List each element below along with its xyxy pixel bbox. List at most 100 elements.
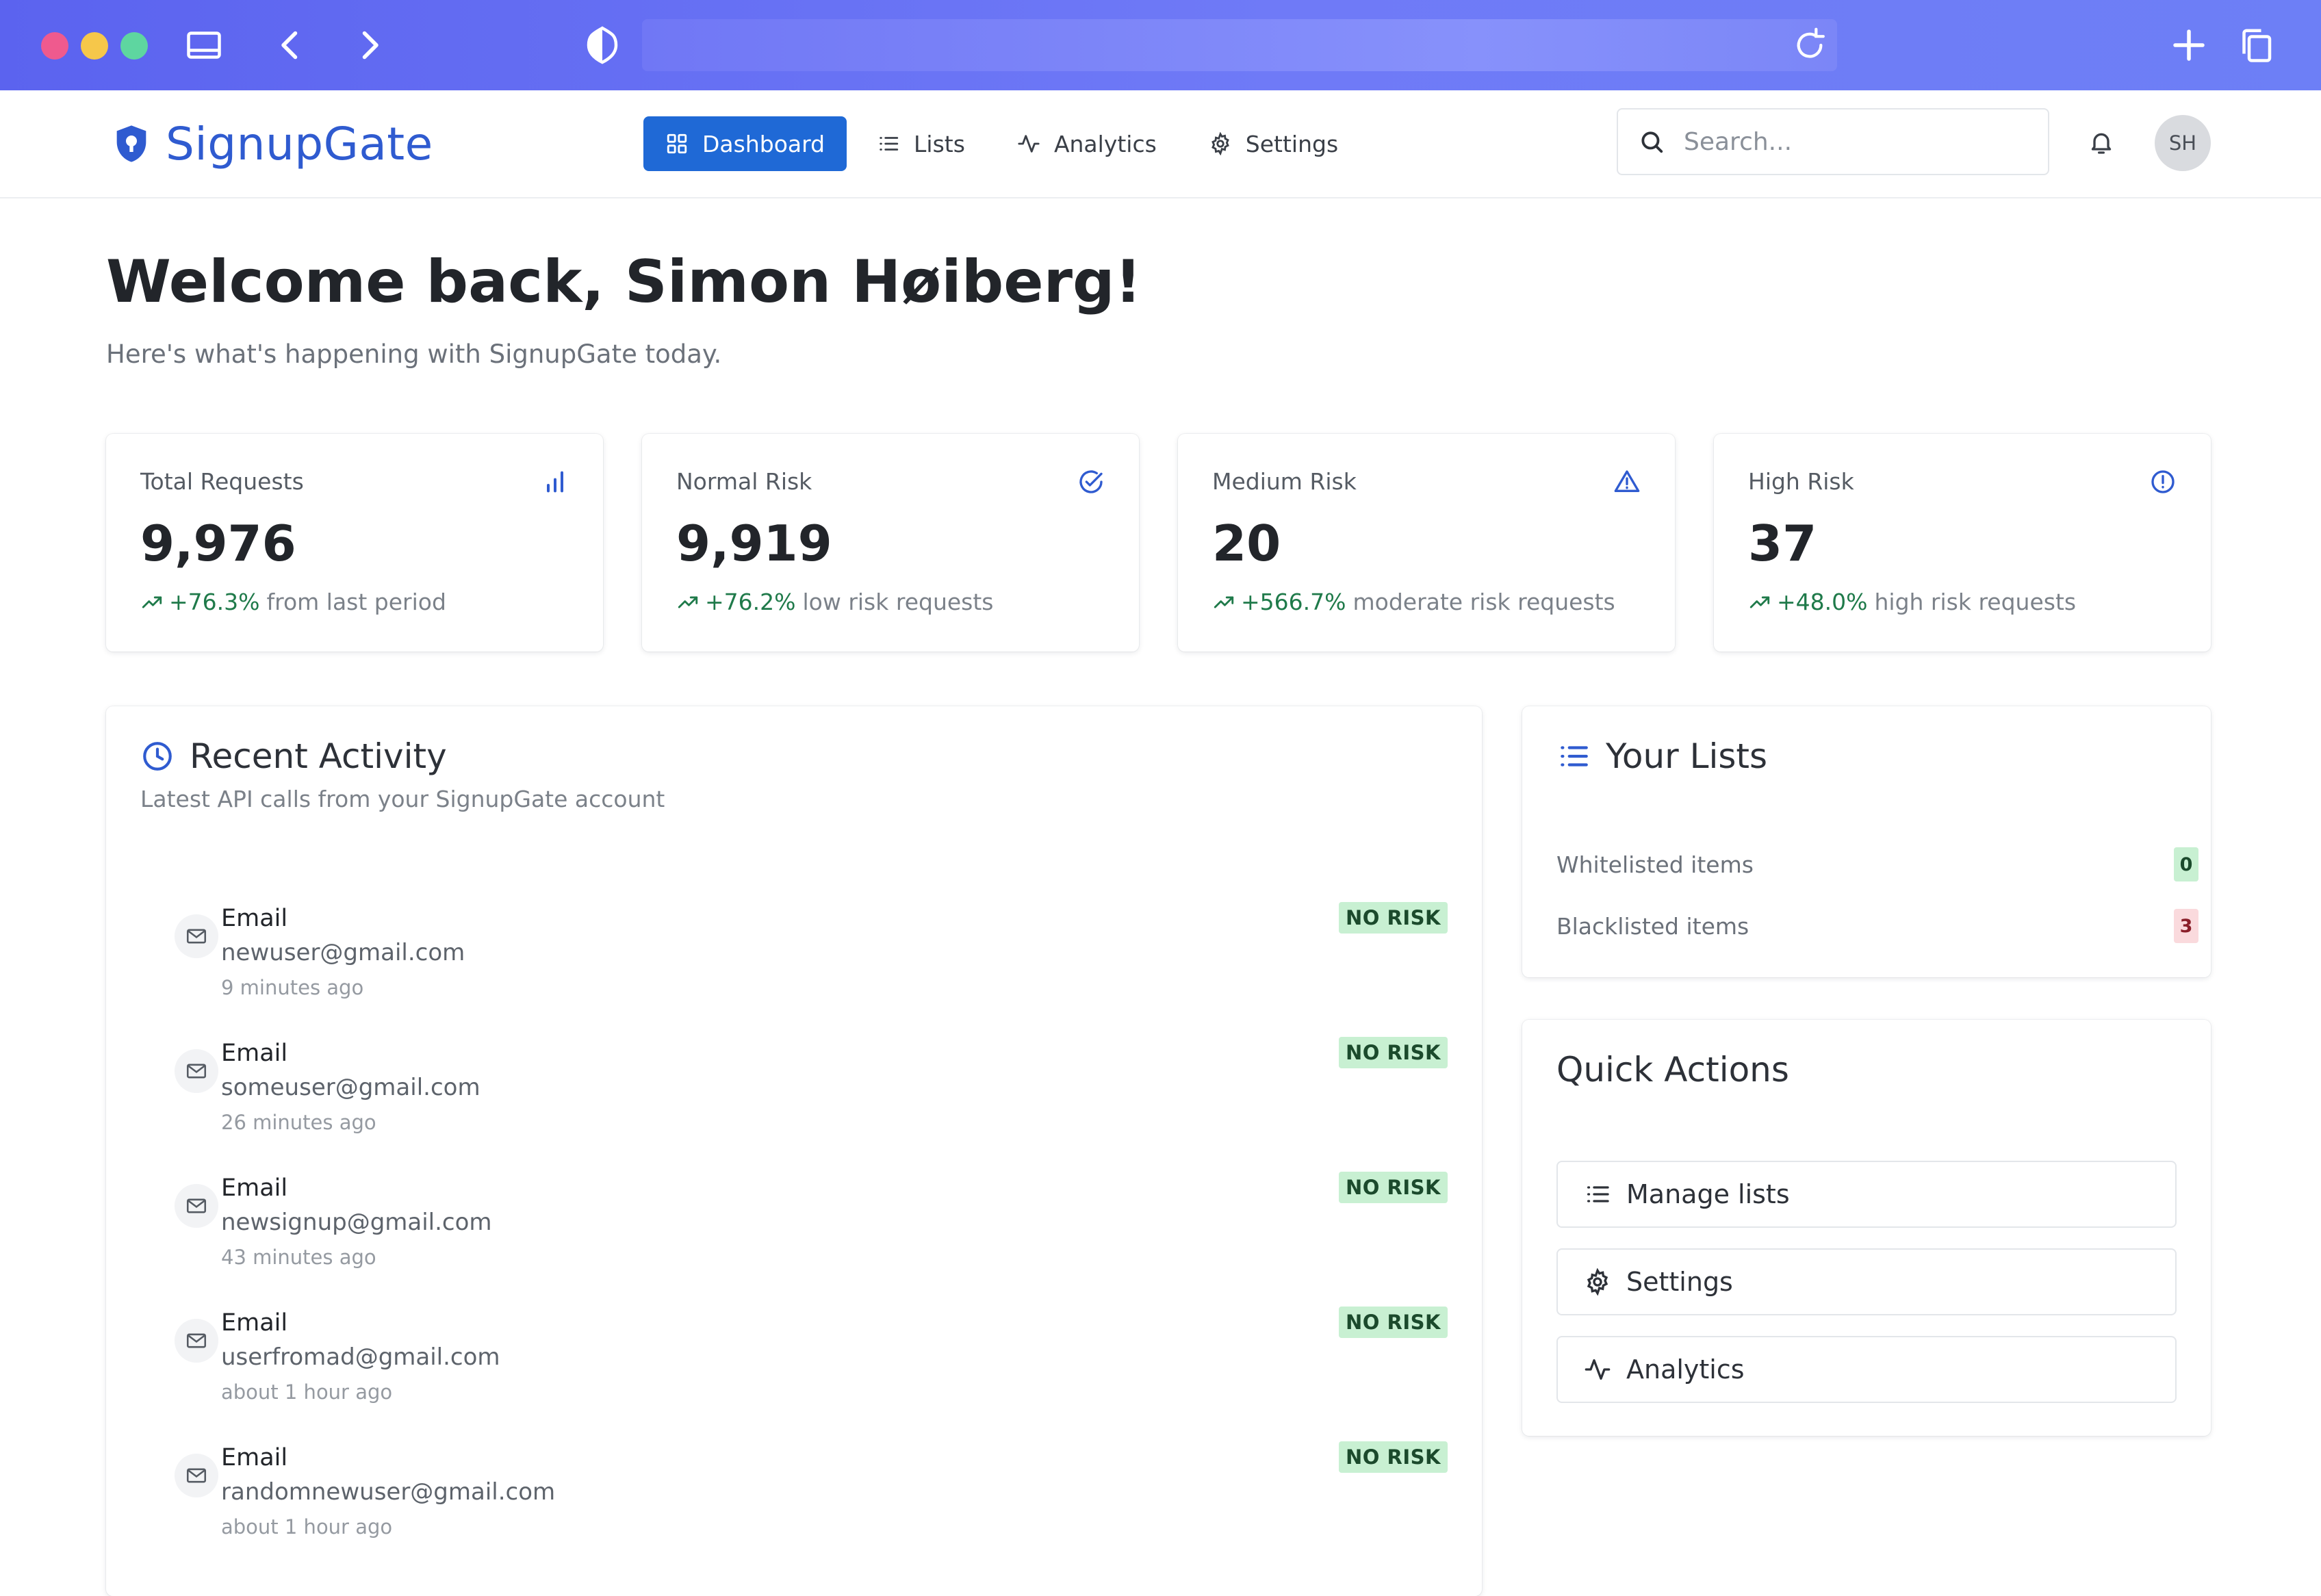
close-window-button[interactable] (41, 32, 68, 60)
manage-lists-button[interactable]: Manage lists (1556, 1161, 2177, 1228)
list-label: Whitelisted items (1556, 851, 1754, 878)
trend-note: low risk requests (802, 589, 994, 615)
mail-icon (175, 1319, 218, 1363)
sidebar-toggle-icon[interactable] (183, 25, 225, 66)
list-item[interactable]: Email newuser@gmail.com 9 minutes ago NO… (159, 902, 1480, 1039)
brand-logo-link[interactable]: SignupGate (110, 116, 433, 171)
stat-value: 20 (1212, 515, 1281, 572)
list-item[interactable]: Email someuser@gmail.com 26 minutes ago … (159, 1037, 1480, 1174)
mail-icon (175, 914, 218, 958)
your-lists-title-text: Your Lists (1606, 736, 1768, 776)
list-item[interactable]: Email userfromad@gmail.com about 1 hour … (159, 1307, 1480, 1443)
mail-icon (175, 1454, 218, 1497)
stat-label: Normal Risk (676, 468, 812, 495)
list-icon (1558, 1181, 1626, 1208)
trend-note: high risk requests (1874, 589, 2077, 615)
list-item[interactable]: Email randomnewuser@gmail.com about 1 ho… (159, 1441, 1480, 1578)
back-arrow-icon[interactable] (270, 25, 311, 66)
search-input[interactable] (1682, 127, 2014, 157)
stat-label: Total Requests (140, 468, 304, 495)
recent-activity-description: Latest API calls from your SignupGate ac… (140, 786, 665, 812)
activity-time: about 1 hour ago (221, 1515, 393, 1539)
risk-badge: NO RISK (1339, 902, 1448, 934)
alert-triangle-icon (1613, 468, 1641, 495)
bell-icon[interactable] (2088, 129, 2115, 156)
stat-card-medium-risk: Medium Risk 20 +566.7% moderate risk req… (1178, 434, 1675, 652)
manage-lists-label: Manage lists (1626, 1179, 1790, 1209)
stat-value: 9,919 (676, 515, 832, 572)
list-item-whitelisted[interactable]: Whitelisted items 0 (1556, 847, 2198, 881)
reload-icon[interactable] (1791, 26, 1829, 64)
stat-trend: +76.2% low risk requests (676, 589, 994, 615)
recent-activity-title: Recent Activity (140, 736, 447, 776)
tabs-overview-icon[interactable] (2235, 25, 2277, 66)
activity-time: 26 minutes ago (221, 1111, 376, 1134)
list-label: Blacklisted items (1556, 912, 1749, 940)
nav-dashboard-label: Dashboard (702, 130, 825, 157)
shield-logo-icon (110, 122, 153, 166)
new-tab-plus-icon[interactable] (2168, 25, 2209, 66)
trending-up-icon (1212, 591, 1241, 614)
nav-analytics[interactable]: Analytics (995, 116, 1179, 171)
risk-badge: NO RISK (1339, 1172, 1448, 1203)
gear-icon (1209, 132, 1246, 155)
risk-badge: NO RISK (1339, 1307, 1448, 1338)
minimize-window-button[interactable] (81, 32, 108, 60)
trend-note: from last period (266, 589, 446, 615)
address-bar[interactable] (642, 19, 1837, 71)
activity-value: newuser@gmail.com (221, 939, 465, 966)
search-icon (1618, 129, 1665, 155)
nav-settings[interactable]: Settings (1187, 116, 1360, 171)
activity-value: newsignup@gmail.com (221, 1209, 492, 1236)
nav-analytics-label: Analytics (1053, 130, 1157, 157)
list-item[interactable]: Email newsignup@gmail.com 43 minutes ago… (159, 1172, 1480, 1309)
stat-card-total-requests: Total Requests 9,976 +76.3% from last pe… (106, 434, 603, 652)
quick-actions-title: Quick Actions (1556, 1050, 1789, 1090)
forward-arrow-icon[interactable] (349, 25, 390, 66)
nav-lists[interactable]: Lists (855, 116, 987, 171)
activity-icon (1017, 132, 1054, 155)
page-subtitle: Here's what's happening with SignupGate … (106, 339, 722, 369)
stat-card-normal-risk: Normal Risk 9,919 +76.2% low risk reques… (642, 434, 1139, 652)
activity-time: 43 minutes ago (221, 1246, 376, 1269)
trend-percent: +76.2% (705, 589, 796, 615)
grid-icon (665, 132, 702, 155)
trend-percent: +566.7% (1241, 589, 1346, 615)
recent-activity-panel: Recent Activity Latest API calls from yo… (106, 706, 1482, 1596)
user-avatar[interactable]: SH (2155, 115, 2211, 171)
app-header: SignupGate Dashboard Lists Analytics Set… (0, 90, 2321, 198)
trending-up-icon (676, 591, 705, 614)
bar-chart-icon (541, 468, 569, 495)
analytics-button[interactable]: Analytics (1556, 1336, 2177, 1403)
stat-label: High Risk (1748, 468, 1854, 495)
browser-chrome (0, 0, 2321, 90)
activity-value: userfromad@gmail.com (221, 1343, 500, 1371)
alert-circle-icon (2149, 468, 2177, 495)
activity-type: Email (221, 1444, 288, 1471)
list-item-blacklisted[interactable]: Blacklisted items 3 (1556, 909, 2198, 943)
list-icon (877, 132, 914, 155)
nav-dashboard[interactable]: Dashboard (643, 116, 847, 171)
gear-icon (1558, 1268, 1626, 1296)
quick-actions-panel: Quick Actions Manage lists Settings Anal… (1522, 1020, 2211, 1436)
trending-up-icon (140, 591, 169, 614)
nav-lists-label: Lists (914, 130, 965, 157)
mail-icon (175, 1049, 218, 1093)
activity-icon (1558, 1356, 1626, 1383)
search-box[interactable] (1617, 108, 2049, 175)
main-nav: Dashboard Lists Analytics Settings (643, 116, 1368, 171)
settings-label: Settings (1626, 1267, 1733, 1297)
trend-percent: +76.3% (169, 589, 260, 615)
list-icon (1556, 739, 1606, 773)
check-circle-icon (1077, 468, 1105, 495)
brand-name: SignupGate (166, 117, 433, 170)
your-lists-title: Your Lists (1556, 736, 1767, 776)
maximize-window-button[interactable] (120, 32, 148, 60)
stat-value: 37 (1748, 515, 1817, 572)
trending-up-icon (1748, 591, 1777, 614)
stat-trend: +566.7% moderate risk requests (1212, 589, 1615, 615)
clock-icon (140, 739, 190, 773)
trend-note: moderate risk requests (1352, 589, 1615, 615)
activity-time: about 1 hour ago (221, 1380, 393, 1404)
settings-button[interactable]: Settings (1556, 1248, 2177, 1315)
